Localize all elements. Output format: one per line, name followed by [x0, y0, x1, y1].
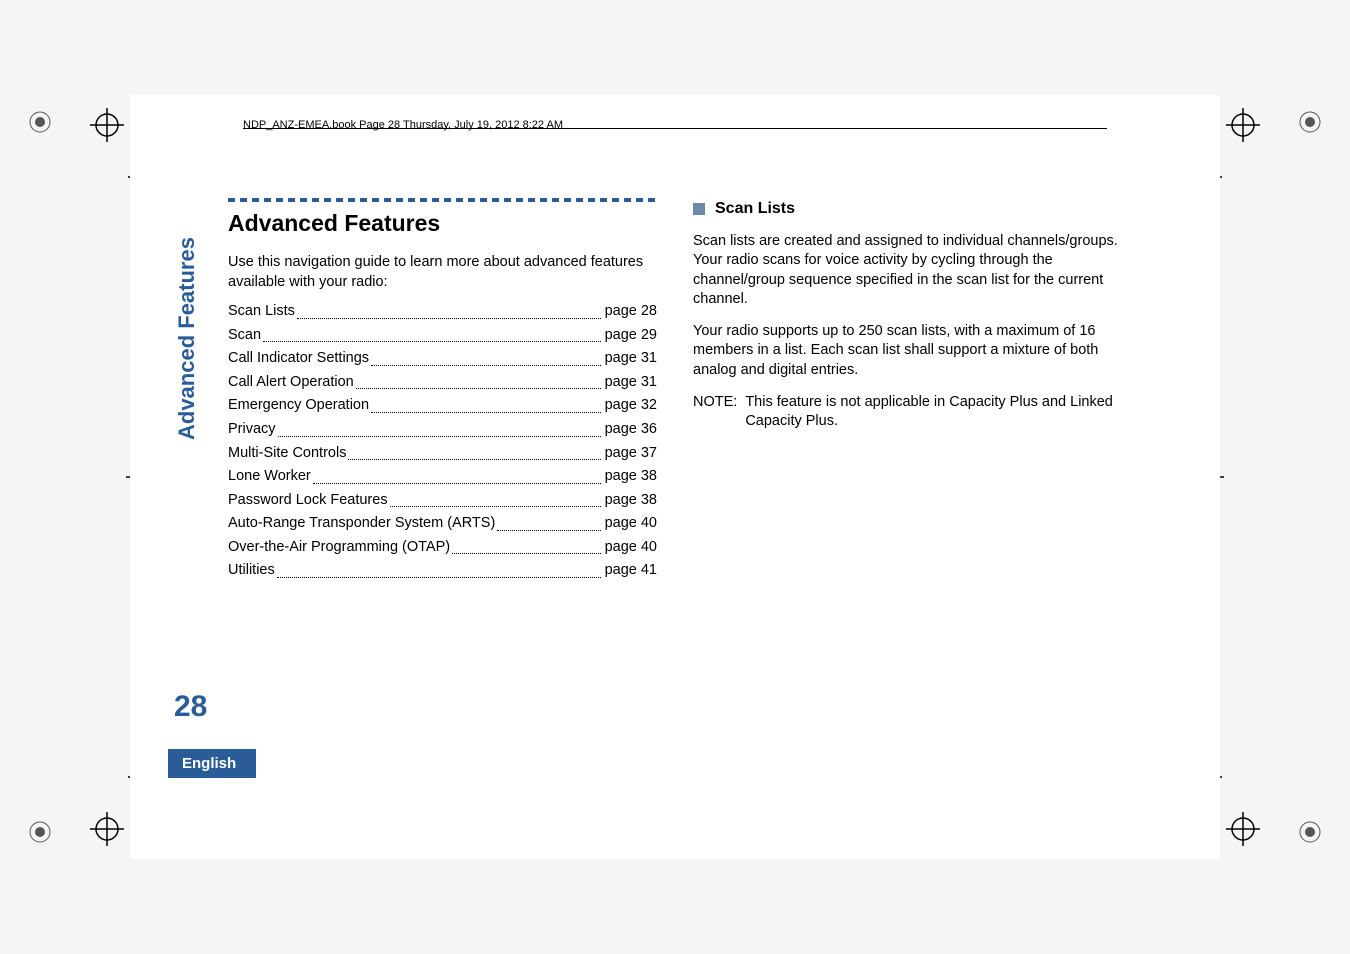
content-area: Advanced Features Use this navigation gu…: [228, 198, 1122, 756]
toc-row: Password Lock Features page 38: [228, 491, 657, 511]
body-paragraph: Your radio supports up to 250 scan lists…: [693, 322, 1122, 381]
section-heading-row: Scan Lists: [693, 198, 1122, 220]
toc-leader-dots: [263, 341, 601, 342]
toc-label: Utilities: [228, 561, 275, 581]
square-bullet-icon: [693, 203, 705, 215]
toc-label: Password Lock Features: [228, 491, 388, 511]
body-paragraph: Scan lists are created and assigned to i…: [693, 232, 1122, 310]
toc-row: Scan page 29: [228, 326, 657, 346]
registration-mark-icon: [26, 818, 54, 846]
side-section-label: Advanced Features: [174, 237, 200, 440]
toc-label: Multi-Site Controls: [228, 444, 346, 464]
toc-page: page 32: [605, 396, 657, 416]
toc-row: Call Indicator Settings page 31: [228, 349, 657, 369]
toc-leader-dots: [297, 318, 601, 319]
crosshair-icon: [1226, 812, 1260, 846]
header-rule: [243, 128, 1107, 129]
toc-page: page 29: [605, 326, 657, 346]
toc-row: Call Alert Operation page 31: [228, 373, 657, 393]
title-rule: [228, 198, 657, 202]
toc-leader-dots: [452, 553, 600, 554]
toc-label: Scan Lists: [228, 302, 295, 322]
toc-row: Emergency Operation page 32: [228, 396, 657, 416]
toc-page: page 38: [605, 467, 657, 487]
toc-label: Privacy: [228, 420, 276, 440]
toc-page: page 40: [605, 538, 657, 558]
note-label: NOTE:: [693, 393, 737, 432]
toc-row: Lone Worker page 38: [228, 467, 657, 487]
toc-row: Auto-Range Transponder System (ARTS) page…: [228, 514, 657, 534]
toc-leader-dots: [277, 577, 601, 578]
toc-row: Privacy page 36: [228, 420, 657, 440]
running-header: NDP_ANZ-EMEA.book Page 28 Thursday, July…: [243, 119, 563, 131]
toc-leader-dots: [348, 459, 600, 460]
toc-label: Scan: [228, 326, 261, 346]
toc-label: Call Alert Operation: [228, 373, 354, 393]
toc-leader-dots: [313, 483, 601, 484]
toc-leader-dots: [390, 506, 601, 507]
crosshair-icon: [90, 108, 124, 142]
toc-leader-dots: [497, 530, 600, 531]
toc-page: page 40: [605, 514, 657, 534]
table-of-contents: Scan Lists page 28 Scan page 29 Call Indicat…: [228, 302, 657, 581]
left-column: Advanced Features Use this navigation gu…: [228, 198, 657, 756]
toc-page: page 36: [605, 420, 657, 440]
crosshair-icon: [1226, 108, 1260, 142]
page-number: 28: [174, 690, 207, 724]
toc-page: page 37: [605, 444, 657, 464]
toc-leader-dots: [356, 388, 601, 389]
right-column: Scan Lists Scan lists are created and as…: [693, 198, 1122, 756]
toc-label: Emergency Operation: [228, 396, 369, 416]
toc-page: page 31: [605, 373, 657, 393]
crosshair-icon: [90, 812, 124, 846]
section-heading: Scan Lists: [715, 198, 795, 220]
toc-row: Multi-Site Controls page 37: [228, 444, 657, 464]
page-title: Advanced Features: [228, 208, 657, 239]
toc-leader-dots: [278, 436, 601, 437]
intro-paragraph: Use this navigation guide to learn more …: [228, 253, 657, 292]
registration-mark-icon: [1296, 818, 1324, 846]
note-block: NOTE: This feature is not applicable in …: [693, 393, 1122, 432]
toc-label: Over-the-Air Programming (OTAP): [228, 538, 450, 558]
toc-row: Scan Lists page 28: [228, 302, 657, 322]
toc-label: Lone Worker: [228, 467, 311, 487]
toc-page: page 31: [605, 349, 657, 369]
toc-page: page 38: [605, 491, 657, 511]
toc-row: Utilities page 41: [228, 561, 657, 581]
registration-mark-icon: [26, 108, 54, 136]
toc-label: Auto-Range Transponder System (ARTS): [228, 514, 495, 534]
toc-page: page 28: [605, 302, 657, 322]
toc-leader-dots: [371, 412, 601, 413]
note-body: This feature is not applicable in Capaci…: [745, 393, 1122, 432]
toc-page: page 41: [605, 561, 657, 581]
toc-row: Over-the-Air Programming (OTAP) page 40: [228, 538, 657, 558]
toc-label: Call Indicator Settings: [228, 349, 369, 369]
registration-mark-icon: [1296, 108, 1324, 136]
toc-leader-dots: [371, 365, 601, 366]
